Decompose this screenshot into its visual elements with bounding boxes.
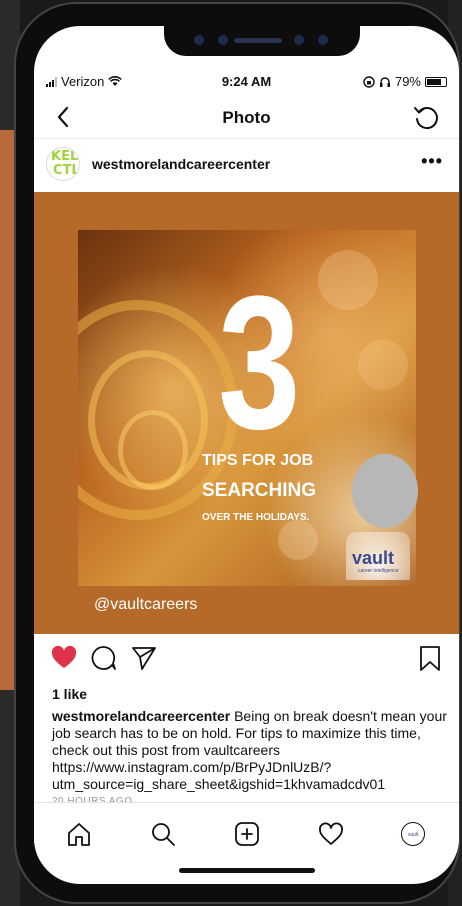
comment-icon[interactable]: [90, 644, 118, 672]
headphones-icon: [379, 76, 390, 87]
svg-text:vault: vault: [408, 832, 419, 838]
image-handle: @vaultcareers: [94, 596, 198, 613]
post-photo[interactable]: 3 TIPS FOR JOB SEARCHING OVER THE HOLIDA…: [34, 192, 459, 634]
camera-dot: [194, 35, 204, 45]
search-icon[interactable]: [150, 821, 176, 847]
vault-logo-text: vault: [352, 548, 395, 568]
image-text-line2: SEARCHING: [202, 480, 317, 501]
bokeh-light: [318, 250, 378, 310]
avatar-logo: CTL: [53, 163, 80, 178]
post-caption: westmorelandcareercenter Being on break …: [52, 708, 450, 793]
status-bar: Verizon 9:24 AM 79%: [34, 72, 459, 92]
orientation-lock-icon: [363, 75, 375, 88]
image-number: 3: [218, 257, 300, 469]
camera-dot: [218, 35, 228, 45]
glitter-ornament: [118, 410, 188, 490]
refresh-icon[interactable]: [411, 102, 441, 132]
avatar[interactable]: KEL CTL: [46, 147, 80, 181]
vault-logo-subtext: career intelligence: [358, 568, 399, 574]
vault-logo: vault career intelligence: [346, 532, 410, 580]
post-actions: [34, 642, 459, 682]
bookmark-icon[interactable]: [416, 644, 444, 672]
sensor-dot: [318, 35, 328, 45]
battery-icon: [425, 76, 447, 87]
add-post-icon[interactable]: [234, 821, 260, 847]
more-icon[interactable]: •••: [421, 151, 443, 172]
image-text-line3: OVER THE HOLIDAYS.: [202, 512, 310, 523]
bokeh-light: [358, 340, 408, 390]
nav-bar: Photo: [34, 100, 459, 134]
phone-notch: [164, 26, 360, 56]
home-icon[interactable]: [66, 821, 92, 847]
activity-heart-icon[interactable]: [318, 821, 344, 847]
profile-avatar-icon[interactable]: vault: [400, 821, 426, 847]
home-indicator[interactable]: [179, 868, 315, 873]
phone-screen: Verizon 9:24 AM 79% Photo KEL CTL westmo…: [34, 26, 459, 884]
redaction-blob: [352, 454, 418, 528]
avatar-logo: KEL: [51, 149, 79, 164]
bokeh-light: [278, 520, 318, 560]
post-username[interactable]: westmorelandcareercenter: [92, 156, 270, 172]
heart-icon[interactable]: [50, 644, 78, 672]
image-text-line1: TIPS FOR JOB: [202, 452, 314, 469]
sensor-dot: [294, 35, 304, 45]
caption-username[interactable]: westmorelandcareercenter: [52, 708, 230, 724]
page-title: Photo: [222, 108, 271, 127]
like-count[interactable]: 1 like: [52, 686, 87, 702]
battery-percent: 79%: [394, 74, 421, 89]
speaker-grille: [234, 38, 282, 43]
tab-bar: vault: [34, 802, 459, 862]
send-icon[interactable]: [130, 644, 158, 672]
post-artwork: 3 TIPS FOR JOB SEARCHING OVER THE HOLIDA…: [78, 230, 416, 586]
post-header: KEL CTL westmorelandcareercenter •••: [34, 138, 459, 190]
